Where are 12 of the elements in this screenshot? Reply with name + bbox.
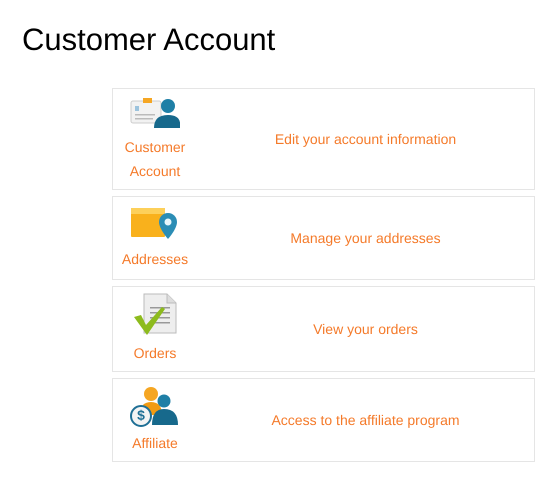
contact-card-icon	[130, 95, 180, 129]
page-title: Customer Account	[22, 22, 276, 58]
document-checkmark-icon	[132, 293, 178, 335]
section-link[interactable]: Affiliate	[120, 431, 190, 455]
box-location-pin-icon	[130, 205, 180, 241]
section-link[interactable]: Orders	[120, 341, 190, 365]
section-link[interactable]: Addresses	[120, 247, 190, 271]
section-description-link[interactable]: View your orders	[313, 321, 418, 337]
section-description-link[interactable]: Access to the affiliate program	[271, 412, 460, 428]
section-description-link[interactable]: Edit your account information	[274, 131, 456, 147]
section-link[interactable]: Customer Account	[120, 135, 190, 183]
section-description-link[interactable]: Manage your addresses	[290, 230, 441, 246]
